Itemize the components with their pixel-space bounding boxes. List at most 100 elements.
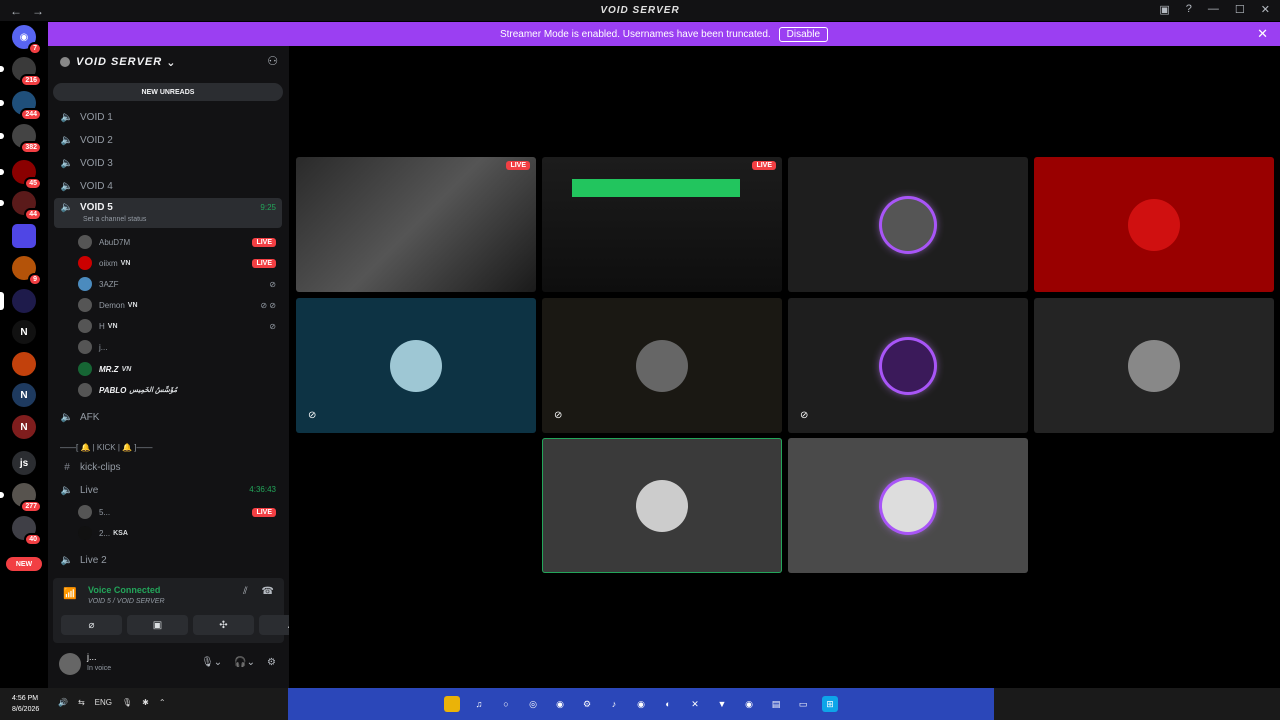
disable-streamer-mode-button[interactable]: Disable (778, 26, 829, 42)
text-channel-kick-clips[interactable]: # kick-clips (54, 456, 282, 478)
voice-member[interactable]: H VN ⊘ (78, 316, 282, 336)
chrome-icon[interactable]: ◉ (741, 696, 757, 712)
brave-icon[interactable]: ▼ (714, 696, 730, 712)
category-header[interactable]: ——[ 🔔 | KICK | 🔔 ]—— (60, 443, 153, 452)
channel-status[interactable]: Set a channel status (83, 216, 146, 223)
avatar (882, 479, 934, 532)
avatar[interactable] (59, 653, 81, 675)
activities-button[interactable]: ✣ (193, 615, 254, 635)
guild-icon[interactable] (12, 352, 36, 376)
tiktok-icon[interactable]: ♪ (606, 696, 622, 712)
guild-icon[interactable]: N (12, 415, 36, 439)
file-explorer-icon[interactable] (444, 696, 460, 712)
signal-icon[interactable]: 📶 (63, 587, 79, 603)
volume-icon[interactable]: 🔊 (58, 698, 68, 707)
voice-channel-live2[interactable]: 🔈 Live 2 (54, 549, 282, 571)
help-icon[interactable]: ? (1186, 3, 1192, 16)
guild-icon[interactable] (0, 289, 36, 313)
maximize-icon[interactable]: ☐ (1235, 3, 1245, 16)
disconnect-icon[interactable]: ☎ (262, 586, 274, 597)
steam-icon[interactable]: ⚙ (579, 696, 595, 712)
voice-channel-void1[interactable]: 🔈 VOID 1 (54, 106, 282, 128)
gear-icon[interactable]: ⚙ (267, 657, 276, 668)
back-arrow-icon[interactable]: ← (10, 4, 22, 18)
show-hidden-icons-icon[interactable]: ⌃ (159, 698, 166, 707)
folder-icon[interactable] (12, 224, 36, 248)
voice-member[interactable]: Demon VN ⊘ ⊘ (78, 295, 282, 315)
clock[interactable]: 4:56 PM 8/6/2026 (12, 693, 39, 715)
minimize-icon[interactable]: — (1208, 3, 1219, 16)
music-icon[interactable]: ♫ (471, 696, 487, 712)
noise-suppression-icon[interactable]: ⫽ (243, 586, 247, 597)
guild-icon[interactable]: 44 (0, 191, 42, 221)
guild-icon[interactable]: 382 (0, 124, 42, 154)
discord-app-icon[interactable]: ◉ (633, 696, 649, 712)
participant-tile[interactable] (788, 157, 1028, 292)
guild-icon[interactable]: 45 (0, 160, 42, 190)
guild-icon[interactable]: js (12, 451, 36, 475)
search-icon[interactable]: ○ (498, 696, 514, 712)
guild-icon[interactable]: 40 (12, 516, 42, 546)
speaker-icon: 🔈 (60, 111, 74, 123)
voice-channel-void3[interactable]: 🔈 VOID 3 (54, 152, 282, 174)
screen-share-button[interactable]: ▣ (127, 615, 188, 635)
voice-channel-void2[interactable]: 🔈 VOID 2 (54, 129, 282, 151)
windows-start-icon[interactable]: ⊞ (822, 696, 838, 712)
forward-arrow-icon[interactable]: → (32, 4, 44, 18)
guild-icon[interactable]: 244 (0, 91, 42, 121)
voice-member[interactable]: j... (78, 337, 282, 357)
new-unreads-pill[interactable]: NEW (6, 557, 42, 571)
voice-member[interactable]: 3AZF ⊘ (78, 274, 282, 294)
voice-channel-live[interactable]: 🔈 Live 4:36:43 (54, 479, 282, 501)
microphone-icon[interactable]: 🎙⌄ (201, 657, 222, 668)
stream-tile[interactable]: LIVE (296, 157, 536, 292)
record-icon[interactable]: ◎ (525, 696, 541, 712)
home-discord-icon[interactable]: ◉ 7 (12, 25, 42, 55)
inbox-icon[interactable]: ▣ (1159, 3, 1169, 16)
voice-member[interactable]: AbuD7M LIVE (78, 232, 282, 252)
voice-member[interactable]: 5... LIVE (78, 502, 282, 522)
participant-tile[interactable] (1034, 157, 1274, 292)
new-unreads-button[interactable]: NEW UNREADS (53, 83, 283, 101)
guild-icon[interactable]: 9 (12, 256, 42, 286)
voice-channel-void4[interactable]: 🔈 VOID 4 (54, 175, 282, 197)
participant-tile[interactable]: ⊘ (788, 298, 1028, 433)
voice-member[interactable]: oiixm VN LIVE (78, 253, 282, 273)
camera-off-button[interactable]: ⌀ (61, 615, 122, 635)
participant-tile[interactable] (542, 438, 782, 573)
task-view-icon[interactable]: ▭ (795, 696, 811, 712)
language-indicator[interactable]: ENG (95, 698, 112, 707)
banner-close-icon[interactable]: ✕ (1257, 26, 1268, 42)
discord-icon[interactable]: ◉ (552, 696, 568, 712)
stream-preview (572, 179, 740, 197)
xbox-icon[interactable]: ✕ (687, 696, 703, 712)
channel-label: kick-clips (80, 461, 121, 473)
network-icon[interactable]: ⇆ (78, 698, 85, 707)
guild-icon[interactable]: 216 (0, 57, 42, 87)
guild-icon[interactable]: N (12, 383, 36, 407)
tray-app-icon[interactable]: ✱ (142, 698, 149, 707)
participant-tile[interactable] (1034, 298, 1274, 433)
badge: 277 (20, 500, 42, 513)
participant-tile[interactable]: ⊘ (296, 298, 536, 433)
store-icon[interactable]: ▤ (768, 696, 784, 712)
channel-label: AFK (80, 411, 100, 423)
stream-tile[interactable]: LIVE (542, 157, 782, 292)
messenger-icon[interactable]: ◐ (660, 696, 676, 712)
channel-label: VOID 1 (80, 111, 113, 123)
mic-tray-icon[interactable]: 🎙 (122, 698, 132, 707)
voice-member[interactable]: 2... KSA (78, 523, 282, 543)
participant-tile[interactable] (788, 438, 1028, 573)
close-window-icon[interactable]: ✕ (1261, 3, 1270, 16)
guild-icon[interactable]: N (12, 320, 36, 344)
guild-icon[interactable]: 277 (0, 483, 42, 513)
voice-channel-void5[interactable]: 🔈 VOID 5 9:25 Set a channel status (54, 198, 282, 228)
invite-people-icon[interactable]: ⚇ (267, 54, 279, 68)
voice-member[interactable]: MR.Z VN (78, 359, 282, 379)
voice-member[interactable]: PABLO مُؤَسِّسُ الخَمِيس (78, 380, 282, 400)
participant-tile[interactable]: ⊘ (542, 298, 782, 433)
voice-channel-afk[interactable]: 🔈 AFK (54, 406, 282, 428)
headphones-icon[interactable]: 🎧⌄ (234, 657, 255, 668)
server-header[interactable]: VOID SERVER ⌄ ⚇ (48, 46, 289, 78)
voice-connected-label[interactable]: Voice Connected (88, 585, 160, 595)
